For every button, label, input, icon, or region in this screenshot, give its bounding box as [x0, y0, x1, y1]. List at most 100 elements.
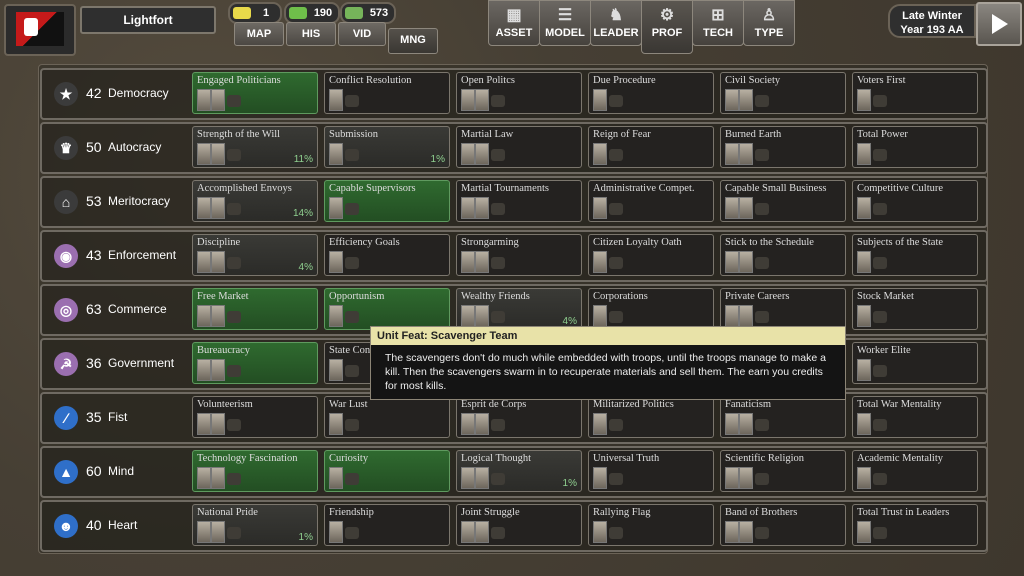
profession-card[interactable]: Administrative Compet.	[588, 180, 714, 222]
tab-type[interactable]: ♙ TYPE	[743, 0, 795, 46]
card-name: Bureaucracy	[197, 345, 251, 356]
profession-card[interactable]: Friendship	[324, 504, 450, 546]
profession-card[interactable]: Accomplished Envoys 14%	[192, 180, 318, 222]
profession-card[interactable]: National Pride 1%	[192, 504, 318, 546]
profession-card[interactable]: Militarized Politics	[588, 396, 714, 438]
profession-card[interactable]: Worker Elite	[852, 342, 978, 384]
unit-figure-icon	[873, 527, 887, 539]
profession-card[interactable]: Rallying Flag	[588, 504, 714, 546]
profession-card[interactable]: War Lust	[324, 396, 450, 438]
unit-figure-icon	[227, 149, 241, 161]
nav-vid-button[interactable]: VID	[338, 22, 386, 46]
profession-card[interactable]: Stick to the Schedule	[720, 234, 846, 276]
profession-card[interactable]: Efficiency Goals	[324, 234, 450, 276]
profession-card[interactable]: Conflict Resolution	[324, 72, 450, 114]
card-name: Burned Earth	[725, 129, 782, 140]
tab-prof[interactable]: ⚙ PROF	[641, 0, 693, 54]
tab-tech[interactable]: ⊞ TECH	[692, 0, 744, 46]
card-name: Private Careers	[725, 291, 790, 302]
unit-card-icon	[725, 467, 739, 489]
profession-card[interactable]: Total Power	[852, 126, 978, 168]
profession-card[interactable]: Volunteerism	[192, 396, 318, 438]
profession-card[interactable]: Band of Brothers	[720, 504, 846, 546]
tooltip-body: The scavengers don't do much while embed…	[385, 352, 826, 392]
profession-card[interactable]: Total Trust in Leaders	[852, 504, 978, 546]
next-turn-button[interactable]	[976, 2, 1022, 46]
nav-map-button[interactable]: MAP	[234, 22, 284, 46]
profession-card[interactable]: Stock Market	[852, 288, 978, 330]
profession-card[interactable]: Total War Mentality	[852, 396, 978, 438]
unit-card-icon	[739, 521, 753, 543]
profession-card[interactable]: Subjects of the State	[852, 234, 978, 276]
profession-card[interactable]: Bureaucracy	[192, 342, 318, 384]
profession-card[interactable]: Free Market	[192, 288, 318, 330]
profession-card[interactable]: Burned Earth	[720, 126, 846, 168]
profession-card[interactable]: Open Politcs	[456, 72, 582, 114]
profession-card[interactable]: Discipline 4%	[192, 234, 318, 276]
unit-card-icon	[725, 251, 739, 273]
profession-card[interactable]: Private Careers	[720, 288, 846, 330]
profession-card[interactable]: Opportunism	[324, 288, 450, 330]
unit-figure-icon	[755, 203, 769, 215]
unit-figure-icon	[227, 257, 241, 269]
row-label: ☭ 36 Government	[50, 348, 186, 380]
profession-card[interactable]: Submission 1%	[324, 126, 450, 168]
tab-model[interactable]: ☰ MODEL	[539, 0, 591, 46]
tab-leader[interactable]: ♞ LEADER	[590, 0, 642, 46]
nav-mng-button[interactable]: MNG	[388, 28, 438, 54]
profession-card[interactable]: Capable Supervisors	[324, 180, 450, 222]
nav-his-button[interactable]: HIS	[286, 22, 336, 46]
profession-card[interactable]: Due Procedure	[588, 72, 714, 114]
unit-card-icon	[461, 413, 475, 435]
profession-card[interactable]: Scientific Religion	[720, 450, 846, 492]
unit-card-icon	[593, 305, 607, 327]
profession-card[interactable]: Capable Small Business	[720, 180, 846, 222]
profession-card[interactable]: Joint Struggle	[456, 504, 582, 546]
unit-card-icon	[461, 89, 475, 111]
resource-fist: 190	[284, 2, 340, 24]
profession-card[interactable]: Logical Thought 1%	[456, 450, 582, 492]
sliders-icon: ☰	[557, 7, 573, 24]
row-level: 36	[86, 355, 102, 371]
profession-card[interactable]: Reign of Fear	[588, 126, 714, 168]
top-bar: Lightfort 1 190 573 MAP HIS VID MNG ▦ AS…	[0, 0, 1024, 56]
profession-card[interactable]: Corporations	[588, 288, 714, 330]
unit-card-icon	[329, 143, 343, 165]
profession-card[interactable]: Voters First	[852, 72, 978, 114]
profession-card[interactable]: Academic Mentality	[852, 450, 978, 492]
profession-card[interactable]: Strongarming	[456, 234, 582, 276]
row-label: ◉ 43 Enforcement	[50, 240, 186, 272]
profession-card[interactable]: Martial Tournaments	[456, 180, 582, 222]
tab-label: MODEL	[545, 27, 585, 39]
bank-icon: ⌂	[54, 190, 78, 214]
profession-card[interactable]: Universal Truth	[588, 450, 714, 492]
profession-card[interactable]: Civil Society	[720, 72, 846, 114]
profession-card[interactable]: Citizen Loyalty Oath	[588, 234, 714, 276]
card-name: Fanaticism	[725, 399, 772, 410]
unit-card-icon	[329, 413, 343, 435]
card-name: Civil Society	[725, 75, 781, 86]
row-name: Enforcement	[108, 248, 177, 262]
unit-card-icon	[475, 521, 489, 543]
unit-card-icon	[593, 143, 607, 165]
unit-card-icon	[739, 251, 753, 273]
profession-card[interactable]: Strength of the Will 11%	[192, 126, 318, 168]
tab-asset[interactable]: ▦ ASSET	[488, 0, 540, 46]
unit-figure-icon	[609, 311, 623, 323]
profession-card[interactable]: Martial Law	[456, 126, 582, 168]
tab-label: TECH	[703, 27, 733, 39]
profession-card[interactable]: Wealthy Friends 4%	[456, 288, 582, 330]
profession-card[interactable]: Technology Fascination	[192, 450, 318, 492]
profession-card[interactable]: Esprit de Corps	[456, 396, 582, 438]
nation-flag-button[interactable]	[4, 4, 76, 56]
profession-card[interactable]: Engaged Politicians	[192, 72, 318, 114]
profession-card[interactable]: Curiosity	[324, 450, 450, 492]
profession-card[interactable]: Fanaticism	[720, 396, 846, 438]
unit-card-icon	[211, 467, 225, 489]
money-icon	[345, 7, 363, 19]
card-name: National Pride	[197, 507, 258, 518]
card-name: Rallying Flag	[593, 507, 651, 518]
unit-figure-icon	[345, 419, 359, 431]
profession-card[interactable]: Competitive Culture	[852, 180, 978, 222]
row-level: 42	[86, 85, 102, 101]
